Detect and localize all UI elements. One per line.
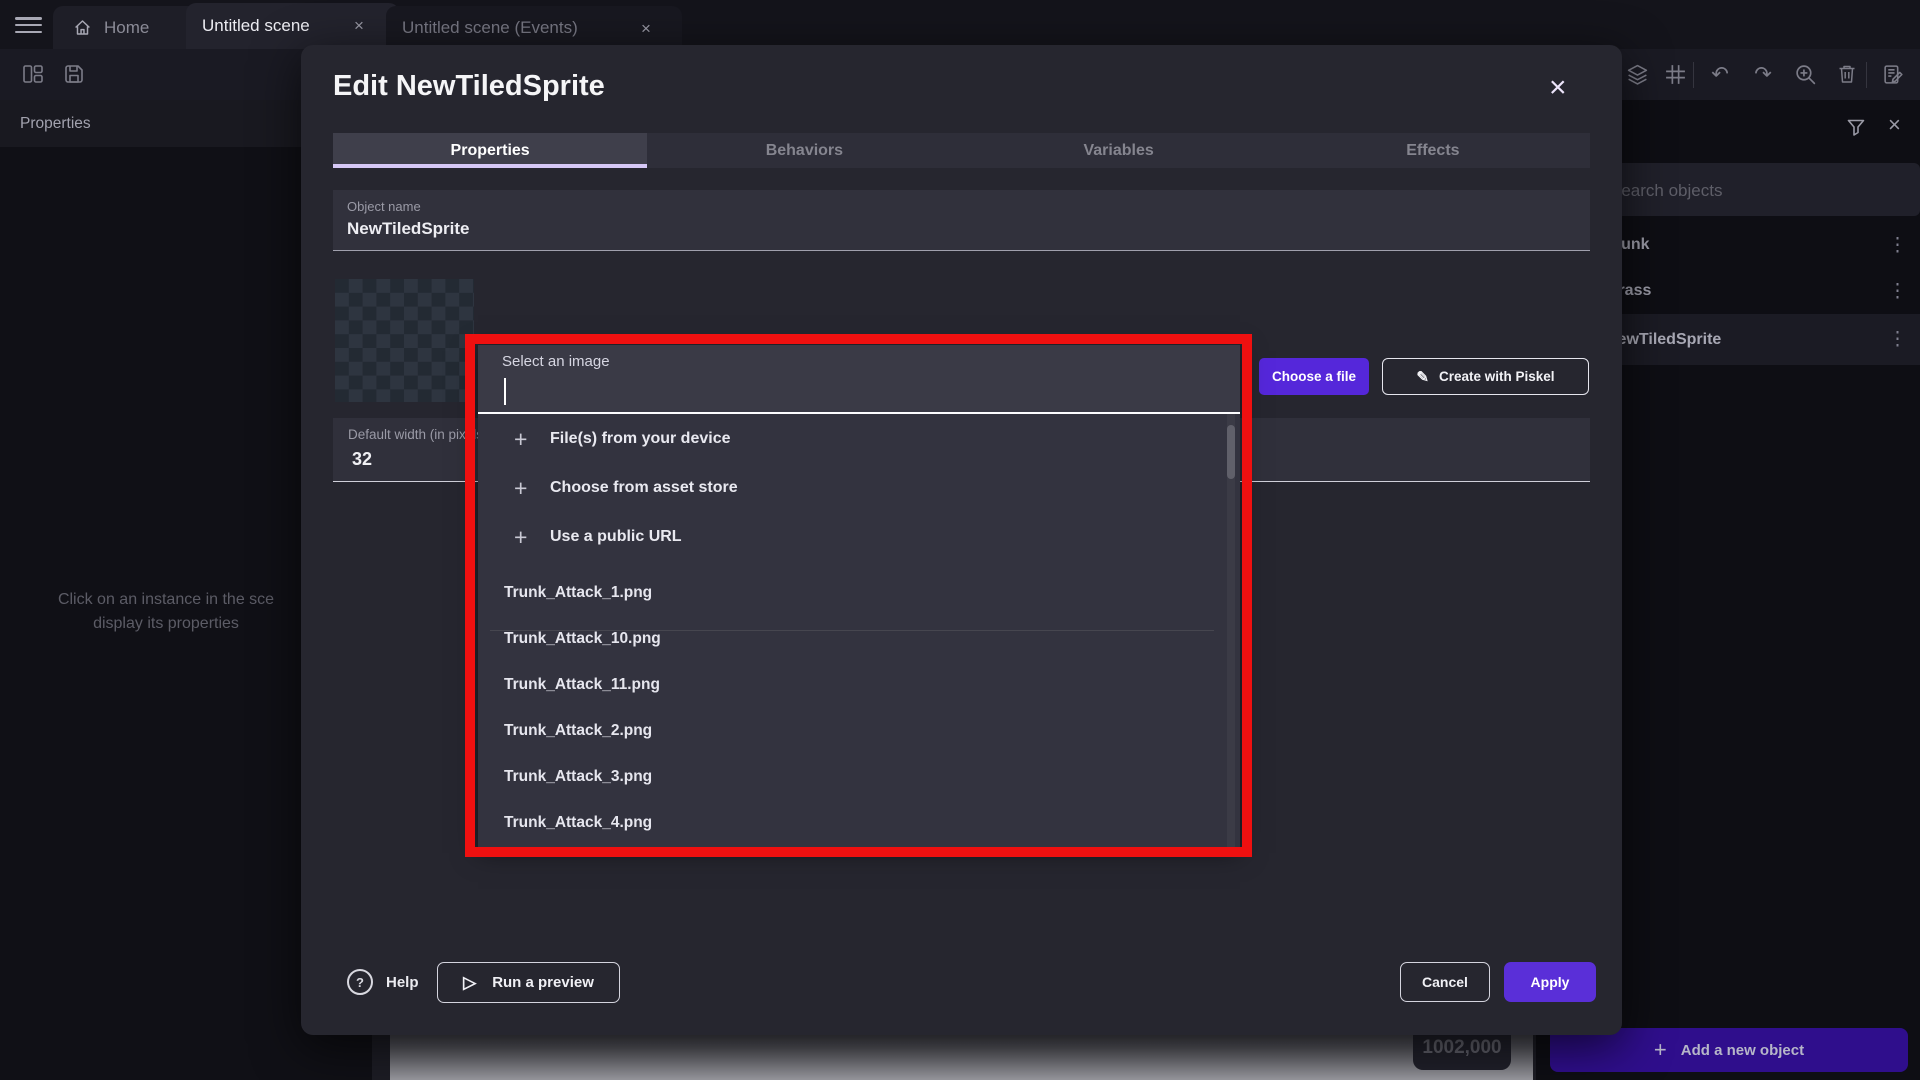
properties-panel-title: Properties [20, 115, 91, 133]
edit-scene-events-icon[interactable] [1882, 63, 1906, 87]
file-option[interactable]: Trunk_Attack_4.png [478, 800, 1240, 846]
menu-item-choose-from-asset-store[interactable]: + Choose from asset store [478, 463, 1240, 512]
object-menu-kebab-icon[interactable]: ⋮ [1888, 328, 1907, 351]
file-option[interactable]: Trunk_Attack_3.png [478, 754, 1240, 800]
tab-untitled-scene-close-icon[interactable]: × [354, 16, 364, 36]
file-option[interactable]: Trunk_Attack_10.png [478, 616, 1240, 662]
objects-search-input[interactable] [1608, 163, 1912, 218]
apply-button[interactable]: Apply [1504, 962, 1596, 1002]
plus-icon: + [514, 525, 527, 549]
file-option[interactable]: Trunk_Attack_2.png [478, 708, 1240, 754]
image-options-list: + File(s) from your device + Choose from… [478, 414, 1240, 847]
top-tab-bar: Home Untitled scene × Untitled scene (Ev… [0, 0, 1920, 49]
tab-home[interactable]: Home [53, 6, 199, 49]
dialog-title: Edit NewTiledSprite [333, 70, 605, 103]
pencil-icon: ✎ [1416, 368, 1429, 386]
plus-icon: + [514, 427, 527, 451]
dialog-tab-behaviors[interactable]: Behaviors [647, 133, 961, 168]
redo-icon[interactable]: ↷ [1751, 63, 1775, 87]
tab-untitled-scene-events-close-icon[interactable]: × [641, 19, 651, 39]
question-mark-icon: ? [347, 969, 373, 995]
play-icon: ▷ [463, 973, 476, 993]
dialog-tab-variables[interactable]: Variables [962, 133, 1276, 168]
text-caret [504, 378, 506, 405]
toolbar-separator [1693, 62, 1694, 88]
hamburger-menu-icon[interactable] [15, 17, 42, 33]
tab-untitled-scene-label: Untitled scene [202, 16, 310, 36]
select-image-field[interactable]: Select an image [478, 345, 1240, 414]
tab-home-label: Home [104, 18, 149, 38]
create-with-piskel-button[interactable]: ✎ Create with Piskel [1382, 358, 1589, 395]
file-option[interactable]: Trunk_Attack_11.png [478, 662, 1240, 708]
object-name-field[interactable]: Object name NewTiledSprite [333, 190, 1590, 251]
file-option[interactable]: Trunk_Attack_1.png [478, 570, 1240, 616]
home-icon [73, 18, 92, 37]
plus-icon: + [514, 476, 527, 500]
dropdown-scrollbar-thumb[interactable] [1227, 425, 1235, 479]
trash-icon[interactable] [1836, 63, 1860, 87]
choose-a-file-button[interactable]: Choose a file [1259, 358, 1369, 395]
layers-icon[interactable] [1626, 63, 1650, 87]
grid-icon[interactable] [1664, 63, 1688, 87]
plus-icon: + [1654, 1037, 1667, 1063]
transparent-image-preview [335, 279, 474, 402]
object-menu-kebab-icon[interactable]: ⋮ [1888, 280, 1907, 303]
tab-untitled-scene[interactable]: Untitled scene × [186, 3, 399, 49]
gdevelop-app: Home Untitled scene × Untitled scene (Ev… [0, 0, 1920, 1080]
dialog-tab-effects[interactable]: Effects [1276, 133, 1590, 168]
menu-item-use-public-url[interactable]: + Use a public URL [478, 512, 1240, 561]
dialog-tab-properties[interactable]: Properties [333, 133, 647, 168]
open-panels-icon[interactable] [22, 63, 46, 87]
undo-icon[interactable]: ↶ [1708, 63, 1732, 87]
save-icon[interactable] [63, 63, 87, 87]
filter-icon[interactable] [1845, 116, 1867, 138]
objects-panel-close-icon[interactable]: × [1888, 112, 1901, 138]
tab-untitled-scene-events[interactable]: Untitled scene (Events) × [386, 6, 682, 49]
run-a-preview-button[interactable]: ▷ Run a preview [437, 962, 620, 1003]
dialog-tabs: Properties Behaviors Variables Effects [333, 133, 1590, 168]
tab-untitled-scene-events-label: Untitled scene (Events) [402, 18, 578, 38]
select-image-dropdown: Select an image + File(s) from your devi… [478, 345, 1240, 847]
help-button[interactable]: ? Help [347, 969, 419, 995]
zoom-in-icon[interactable] [1794, 63, 1818, 87]
properties-empty-message: Click on an instance in the sce display … [28, 588, 304, 636]
menu-item-files-from-device[interactable]: + File(s) from your device [478, 414, 1240, 463]
dialog-close-icon[interactable]: × [1549, 71, 1567, 105]
object-menu-kebab-icon[interactable]: ⋮ [1888, 234, 1907, 257]
toolbar-separator [1866, 62, 1867, 88]
cancel-button[interactable]: Cancel [1400, 962, 1490, 1002]
